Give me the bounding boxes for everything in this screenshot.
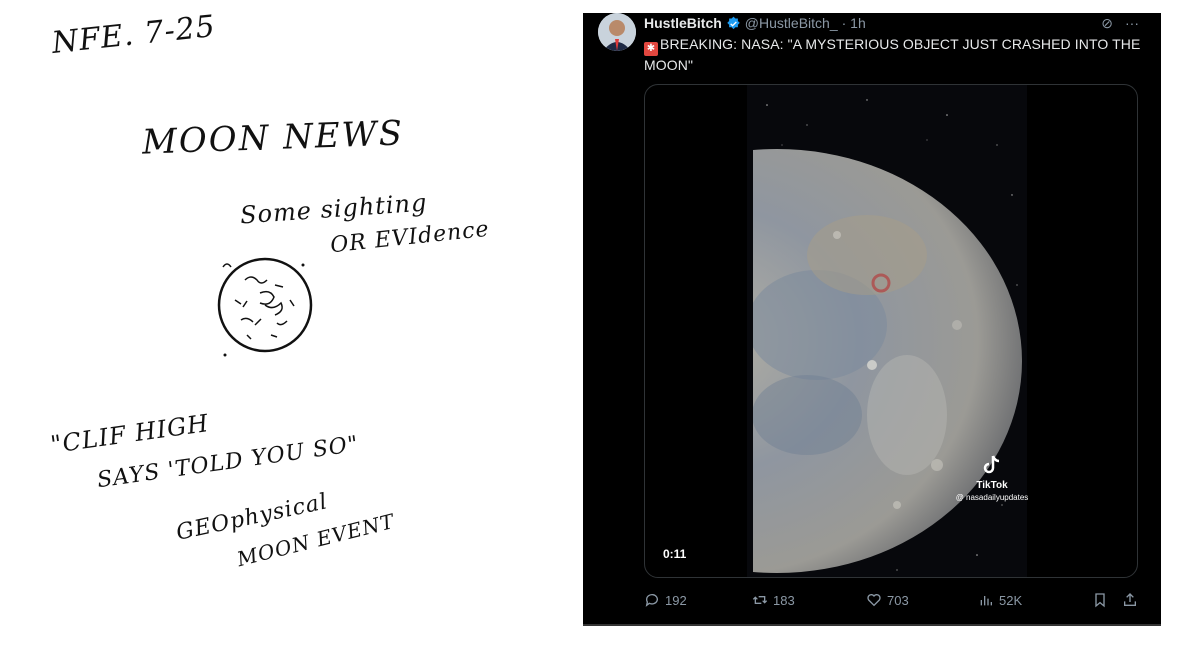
avatar[interactable] [598, 13, 636, 51]
like-button[interactable]: 703 [866, 592, 909, 608]
timestamp[interactable]: · 1h [842, 15, 866, 31]
header-actions: ⊘ ··· [1101, 15, 1139, 32]
handle[interactable]: @HustleBitch_ [745, 15, 838, 31]
bookmark-icon [1095, 593, 1105, 608]
video-player[interactable]: 0:11 TikTok @ nasadailyupdates [644, 84, 1138, 578]
retweet-button[interactable]: 183 [752, 592, 795, 608]
grok-icon[interactable]: ⊘ [1101, 15, 1113, 32]
retweet-count: 183 [773, 592, 795, 608]
note-title: MOON NEWS [141, 113, 405, 163]
retweet-icon [752, 596, 768, 604]
video-timecode: 0:11 [663, 547, 687, 561]
tiktok-brand: TikTok [976, 480, 1008, 491]
handwritten-note: NFE. 7-25 MOON NEWS Some sighting OR EVI… [0, 0, 580, 655]
reply-icon [645, 594, 658, 607]
note-date: NFE. 7-25 [50, 8, 218, 61]
tweet-text: ✱ BREAKING: NASA: "A MYSTERIOUS OBJECT JU… [644, 35, 1144, 75]
share-icon [1124, 593, 1136, 606]
note-line-1: Some sighting [239, 188, 429, 230]
views-count: 52K [999, 592, 1023, 608]
tiktok-logo-icon [983, 455, 1000, 474]
tiktok-watermark: TikTok @ nasadailyupdates [951, 455, 1033, 502]
tweet-card: HustleBitch @HustleBitch_ · 1h ⊘ ··· ✱ BR… [583, 13, 1161, 626]
tweet-action-bar: 192 183 703 52K [644, 590, 1140, 610]
share-button[interactable] [1122, 592, 1138, 608]
verified-badge-icon [727, 16, 740, 29]
tweet-header: HustleBitch @HustleBitch_ · 1h [644, 13, 866, 33]
video-frame [747, 85, 1027, 577]
tweet-body: BREAKING: NASA: "A MYSTERIOUS OBJECT JUS… [644, 36, 1141, 73]
like-count: 703 [887, 592, 909, 608]
moon-image [747, 85, 1027, 577]
display-name[interactable]: HustleBitch [644, 15, 722, 31]
note-quote-line-1: "CLIF HIGH [48, 409, 211, 459]
reply-button[interactable]: 192 [644, 592, 687, 608]
views-chart-icon [980, 596, 992, 606]
heart-icon [867, 594, 881, 607]
tiktok-username: @ nasadailyupdates [955, 493, 1029, 502]
note-line-2: OR EVIdence [329, 216, 491, 259]
moon-sketch-drawing [217, 257, 313, 357]
reply-count: 192 [665, 592, 687, 608]
more-options-icon[interactable]: ··· [1125, 15, 1139, 32]
bookmark-button[interactable] [1092, 592, 1108, 608]
views-button[interactable]: 52K [978, 592, 1022, 608]
siren-emoji-icon: ✱ [644, 42, 658, 56]
